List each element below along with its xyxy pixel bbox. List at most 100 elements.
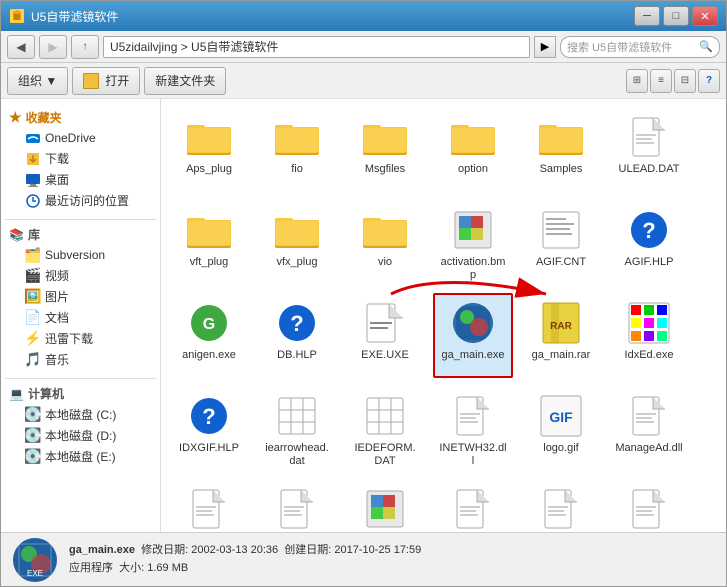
folder-icon — [537, 113, 585, 161]
sidebar-item-downloads[interactable]: 下载 — [5, 148, 156, 169]
pictures-icon: 🖼️ — [25, 289, 41, 305]
maximize-button[interactable]: □ — [663, 6, 689, 26]
sidebar-item-video[interactable]: 🎬 视频 — [5, 265, 156, 286]
status-modified: 修改日期: 2002-03-13 20:36 — [141, 544, 278, 556]
sidebar-item-docs[interactable]: 📄 文档 — [5, 307, 156, 328]
new-folder-button[interactable]: 新建文件夹 — [144, 67, 226, 95]
file-dll-icon — [449, 485, 497, 532]
view-list-button[interactable]: ≡ — [650, 69, 672, 93]
file-cnt-icon — [537, 206, 585, 254]
sidebar-container: ★ 收藏夹 OneDrive 下载 — [1, 99, 161, 532]
list-item[interactable]: EXE.UXE — [345, 293, 425, 378]
status-thumbnail: EXE — [11, 536, 59, 584]
status-type: 应用程序 — [69, 562, 113, 574]
sidebar-item-disk-c[interactable]: 💽 本地磁盘 (C:) — [5, 404, 156, 425]
list-item[interactable]: ? DB.HLP — [257, 293, 337, 378]
title-text: U5自带滤镜软件 — [31, 8, 631, 25]
file-list: Aps_plug fio Msgfiles — [161, 99, 726, 532]
sidebar-item-music[interactable]: 🎵 音乐 — [5, 349, 156, 370]
list-item[interactable]: vio — [345, 200, 425, 285]
file-hlp-icon: ? — [625, 206, 673, 254]
list-item[interactable]: Samples — [521, 107, 601, 192]
file-label: IEDEFORM.DAT — [351, 442, 419, 468]
list-item[interactable]: maskop.dl — [169, 479, 249, 532]
list-item[interactable]: vft_plug — [169, 200, 249, 285]
list-item[interactable]: ManageAd.dll — [609, 386, 689, 471]
list-item[interactable]: Msgfiles — [345, 107, 425, 192]
svg-text:?: ? — [642, 218, 655, 243]
favorites-header[interactable]: ★ 收藏夹 — [5, 107, 156, 128]
list-item[interactable]: IEDEFORM.DAT — [345, 386, 425, 471]
computer-icon: 💻 — [9, 387, 24, 401]
file-label: ManageAd.dll — [615, 442, 682, 455]
status-filename: ga_main.exe — [69, 544, 135, 556]
svg-text:EXE: EXE — [27, 569, 43, 578]
computer-header[interactable]: 💻 计算机 — [5, 383, 156, 404]
list-item[interactable]: vfx_plug — [257, 200, 337, 285]
library-label: 库 — [28, 226, 40, 243]
list-item[interactable]: G IF anigen.exe — [169, 293, 249, 378]
file-exe-color-icon — [625, 299, 673, 347]
sidebar-item-pictures[interactable]: 🖼️ 图片 — [5, 286, 156, 307]
file-label: Aps_plug — [186, 163, 232, 176]
main-content: ★ 收藏夹 OneDrive 下载 — [1, 99, 726, 532]
organize-button[interactable]: 组织 ▼ — [7, 67, 68, 95]
recent-label: 最近访问的位置 — [45, 192, 129, 209]
list-item[interactable]: ? IDXGIF.HLP — [169, 386, 249, 471]
list-item[interactable]: mpg_hvd. — [257, 479, 337, 532]
close-button[interactable]: ✕ — [692, 6, 718, 26]
file-bmp-icon — [449, 206, 497, 254]
search-box[interactable]: 搜索 U5自带滤镜软件 🔍 — [560, 36, 720, 58]
sidebar-item-onedrive[interactable]: OneDrive — [5, 128, 156, 148]
subversion-icon: 🗂️ — [25, 247, 41, 263]
sidebar-item-subversion[interactable]: 🗂️ Subversion — [5, 245, 156, 265]
view-options: ⊞ ≡ ⊟ ? — [626, 69, 720, 93]
sidebar-item-recent[interactable]: 最近访问的位置 — [5, 190, 156, 211]
file-label: vfx_plug — [277, 256, 318, 269]
file-label: vio — [378, 256, 392, 269]
address-path[interactable]: U5zidailvjing > U5自带滤镜软件 — [103, 36, 530, 58]
sidebar-item-desktop[interactable]: 桌面 — [5, 169, 156, 190]
address-bar: ◀ ▶ ↑ U5zidailvjing > U5自带滤镜软件 ▶ 搜索 U5自带… — [1, 31, 726, 63]
help-button[interactable]: ? — [698, 69, 720, 93]
list-item[interactable]: ? AGIF.HLP — [609, 200, 689, 285]
list-item[interactable]: ROBOEX3 — [609, 479, 689, 532]
file-label: anigen.exe — [182, 349, 236, 362]
file-label: EXE.UXE — [361, 349, 409, 362]
list-item[interactable]: naq.bmp — [345, 479, 425, 532]
video-icon: 🎬 — [25, 268, 41, 284]
list-item[interactable]: option — [433, 107, 513, 192]
forward-button[interactable]: ▶ — [39, 35, 67, 59]
file-grid-icon — [361, 392, 409, 440]
minimize-button[interactable]: ─ — [634, 6, 660, 26]
up-button[interactable]: ↑ — [71, 35, 99, 59]
sidebar-item-disk-d[interactable]: 💽 本地磁盘 (D:) — [5, 425, 156, 446]
sidebar-item-disk-e[interactable]: 💽 本地磁盘 (E:) — [5, 446, 156, 467]
list-item[interactable]: ULEAD.DAT — [609, 107, 689, 192]
list-item[interactable]: pnqfio.dll — [521, 479, 601, 532]
organize-label: 组织 ▼ — [18, 72, 57, 89]
list-item[interactable]: ga_main.exe — [433, 293, 513, 378]
view-icon-button[interactable]: ⊟ — [674, 69, 696, 93]
go-button[interactable]: ▶ — [534, 36, 556, 58]
list-item[interactable]: IdxEd.exe — [609, 293, 689, 378]
list-item[interactable]: RAR ga_main.rar — [521, 293, 601, 378]
library-section: 📚 库 🗂️ Subversion 🎬 视频 🖼️ 图片 — [5, 224, 156, 370]
list-item[interactable]: Aps_plug — [169, 107, 249, 192]
list-item[interactable]: Pal.dll — [433, 479, 513, 532]
file-grid-icon — [273, 392, 321, 440]
library-header[interactable]: 📚 库 — [5, 224, 156, 245]
list-item[interactable]: activation.bmp — [433, 200, 513, 285]
list-item[interactable]: INETWH32.dll — [433, 386, 513, 471]
file-label: iearrowhead.dat — [263, 442, 331, 468]
open-button[interactable]: 打开 — [72, 67, 140, 95]
list-item[interactable]: iearrowhead.dat — [257, 386, 337, 471]
file-label: fio — [291, 163, 303, 176]
back-button[interactable]: ◀ — [7, 35, 35, 59]
sidebar-item-thunder[interactable]: ⚡ 迅雷下载 — [5, 328, 156, 349]
list-item[interactable]: GIF logo.gif — [521, 386, 601, 471]
view-extra-button[interactable]: ⊞ — [626, 69, 648, 93]
docs-label: 文档 — [45, 309, 69, 326]
list-item[interactable]: fio — [257, 107, 337, 192]
list-item[interactable]: AGIF.CNT — [521, 200, 601, 285]
